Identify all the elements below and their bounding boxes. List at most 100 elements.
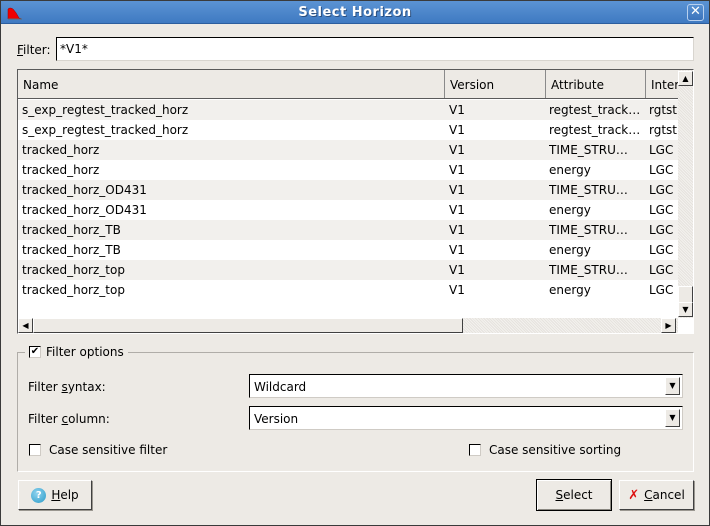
filter-column-select[interactable]: Version ▼ — [249, 406, 683, 430]
cell-attribute: energy — [549, 283, 591, 297]
table-row[interactable]: s_exp_regtest_tracked_horz V1 regtest_trac… — [18, 120, 678, 140]
filter-column-label: Filter column: — [28, 412, 110, 426]
filter-options-label: Filter options — [46, 345, 124, 359]
cell-version: V1 — [449, 283, 465, 297]
arrow-right-icon: ▶ — [665, 321, 672, 330]
cell-name: tracked_horz_OD431 — [22, 203, 147, 217]
cell-name: tracked_horz_top — [22, 263, 125, 277]
vertical-scroll-thumb[interactable] — [678, 286, 693, 303]
column-header-attribute[interactable]: Attribute — [546, 70, 646, 98]
cell-name: tracked_horz_TB — [22, 223, 121, 237]
arrow-down-icon: ▼ — [682, 305, 689, 314]
cell-attribute: TIME_STRU… — [549, 223, 628, 237]
window-title: Select Horizon — [298, 5, 412, 20]
select-label: Select — [555, 488, 593, 502]
cell-name: tracked_horz — [22, 163, 100, 177]
filter-syntax-select[interactable]: Wildcard ▼ — [249, 374, 683, 398]
filter-options-toggle[interactable]: ✔ Filter options — [25, 345, 128, 359]
vertical-scrollbar[interactable]: ▲ ▼ — [678, 70, 693, 318]
cell-name: tracked_horz_TB — [22, 243, 121, 257]
table-header: Name Version Attribute Inter — [18, 70, 679, 99]
cell-attribute: TIME_STRU… — [549, 143, 628, 157]
cell-version: V1 — [449, 203, 465, 217]
cancel-icon: ✗ — [628, 487, 640, 503]
chevron-down-icon[interactable]: ▼ — [665, 409, 680, 427]
help-icon: ? — [31, 487, 47, 503]
cell-interpretation: LGC — [649, 203, 674, 217]
filter-options-checkbox[interactable]: ✔ — [29, 346, 41, 358]
case-sensitive-sorting-label: Case sensitive sorting — [489, 443, 622, 457]
arrow-left-icon: ◀ — [22, 321, 29, 330]
case-sensitive-filter-label: Case sensitive filter — [49, 443, 168, 457]
scroll-down-button[interactable]: ▼ — [678, 302, 693, 317]
arrow-up-icon: ▲ — [682, 74, 689, 83]
table-row[interactable]: tracked_horz_TB V1 TIME_STRU… LGC — [18, 220, 678, 240]
cell-attribute: energy — [549, 203, 591, 217]
case-sensitive-sorting-option[interactable]: Case sensitive sorting — [469, 443, 621, 457]
table-row[interactable]: tracked_horz V1 TIME_STRU… LGC — [18, 140, 678, 160]
cell-interpretation: LGC — [649, 143, 674, 157]
cell-name: tracked_horz — [22, 143, 100, 157]
cell-version: V1 — [449, 223, 465, 237]
close-icon: ✕ — [690, 4, 701, 19]
cell-attribute: TIME_STRU… — [549, 263, 628, 277]
cell-interpretation: LGC — [649, 183, 674, 197]
scroll-right-button[interactable]: ▶ — [661, 318, 676, 333]
cell-attribute: energy — [549, 163, 591, 177]
cell-interpretation: LGC — [649, 283, 674, 297]
chevron-down-icon[interactable]: ▼ — [665, 377, 680, 395]
case-sensitive-sorting-checkbox[interactable] — [469, 444, 481, 456]
cell-interpretation: LGC — [649, 263, 674, 277]
filter-label: Filter: — [17, 43, 51, 57]
cell-name: tracked_horz_top — [22, 283, 125, 297]
help-button[interactable]: ? Help — [18, 480, 92, 510]
cell-interpretation: rgtst — [649, 123, 678, 137]
cell-version: V1 — [449, 263, 465, 277]
cell-interpretation: LGC — [649, 163, 674, 177]
cell-attribute: regtest_track… — [549, 123, 641, 137]
filter-column-value: Version — [254, 412, 299, 426]
scroll-left-button[interactable]: ◀ — [18, 318, 33, 333]
cell-version: V1 — [449, 243, 465, 257]
horizontal-scrollbar[interactable]: ◀ ▶ — [18, 318, 678, 333]
filter-syntax-value: Wildcard — [254, 380, 307, 394]
table-row[interactable]: tracked_horz_OD431 V1 TIME_STRU… LGC — [18, 180, 678, 200]
filter-syntax-label: Filter syntax: — [28, 380, 106, 394]
table-row[interactable]: tracked_horz V1 energy LGC — [18, 160, 678, 180]
cell-attribute: energy — [549, 243, 591, 257]
cancel-label: Cancel — [644, 488, 685, 502]
horizontal-scroll-thumb[interactable] — [33, 318, 463, 333]
select-button[interactable]: Select — [536, 479, 612, 511]
cancel-button[interactable]: ✗ Cancel — [619, 480, 694, 510]
filter-input[interactable] — [56, 37, 694, 61]
cell-interpretation: LGC — [649, 243, 674, 257]
help-label: Help — [51, 488, 79, 502]
cell-attribute: regtest_track… — [549, 103, 641, 117]
table-row[interactable]: tracked_horz_top V1 energy LGC — [18, 280, 678, 300]
cell-version: V1 — [449, 103, 465, 117]
close-button[interactable]: ✕ — [687, 4, 704, 21]
case-sensitive-filter-option[interactable]: Case sensitive filter — [29, 443, 167, 457]
column-header-version[interactable]: Version — [445, 70, 546, 98]
cell-interpretation: rgtst — [649, 103, 678, 117]
select-horizon-dialog: Select Horizon ✕ Filter: Name Version At… — [0, 0, 710, 526]
cell-name: tracked_horz_OD431 — [22, 183, 147, 197]
table-body: s_exp_regtest_tracked_horz V1 regtest_trac… — [18, 100, 678, 300]
checkmark-icon: ✔ — [30, 346, 40, 357]
table-row[interactable]: tracked_horz_OD431 V1 energy LGC — [18, 200, 678, 220]
table-row[interactable]: tracked_horz_top V1 TIME_STRU… LGC — [18, 260, 678, 280]
scroll-up-button[interactable]: ▲ — [678, 71, 693, 86]
cell-version: V1 — [449, 143, 465, 157]
column-header-name[interactable]: Name — [18, 70, 445, 98]
cell-version: V1 — [449, 123, 465, 137]
cell-version: V1 — [449, 163, 465, 177]
cell-name: s_exp_regtest_tracked_horz — [22, 103, 189, 117]
table-row[interactable]: s_exp_regtest_tracked_horz V1 regtest_trac… — [18, 100, 678, 120]
table-row[interactable]: tracked_horz_TB V1 energy LGC — [18, 240, 678, 260]
cell-version: V1 — [449, 183, 465, 197]
cell-name: s_exp_regtest_tracked_horz — [22, 123, 189, 137]
title-bar[interactable]: Select Horizon ✕ — [1, 1, 709, 24]
cell-attribute: TIME_STRU… — [549, 183, 628, 197]
case-sensitive-filter-checkbox[interactable] — [29, 444, 41, 456]
cell-interpretation: LGC — [649, 223, 674, 237]
